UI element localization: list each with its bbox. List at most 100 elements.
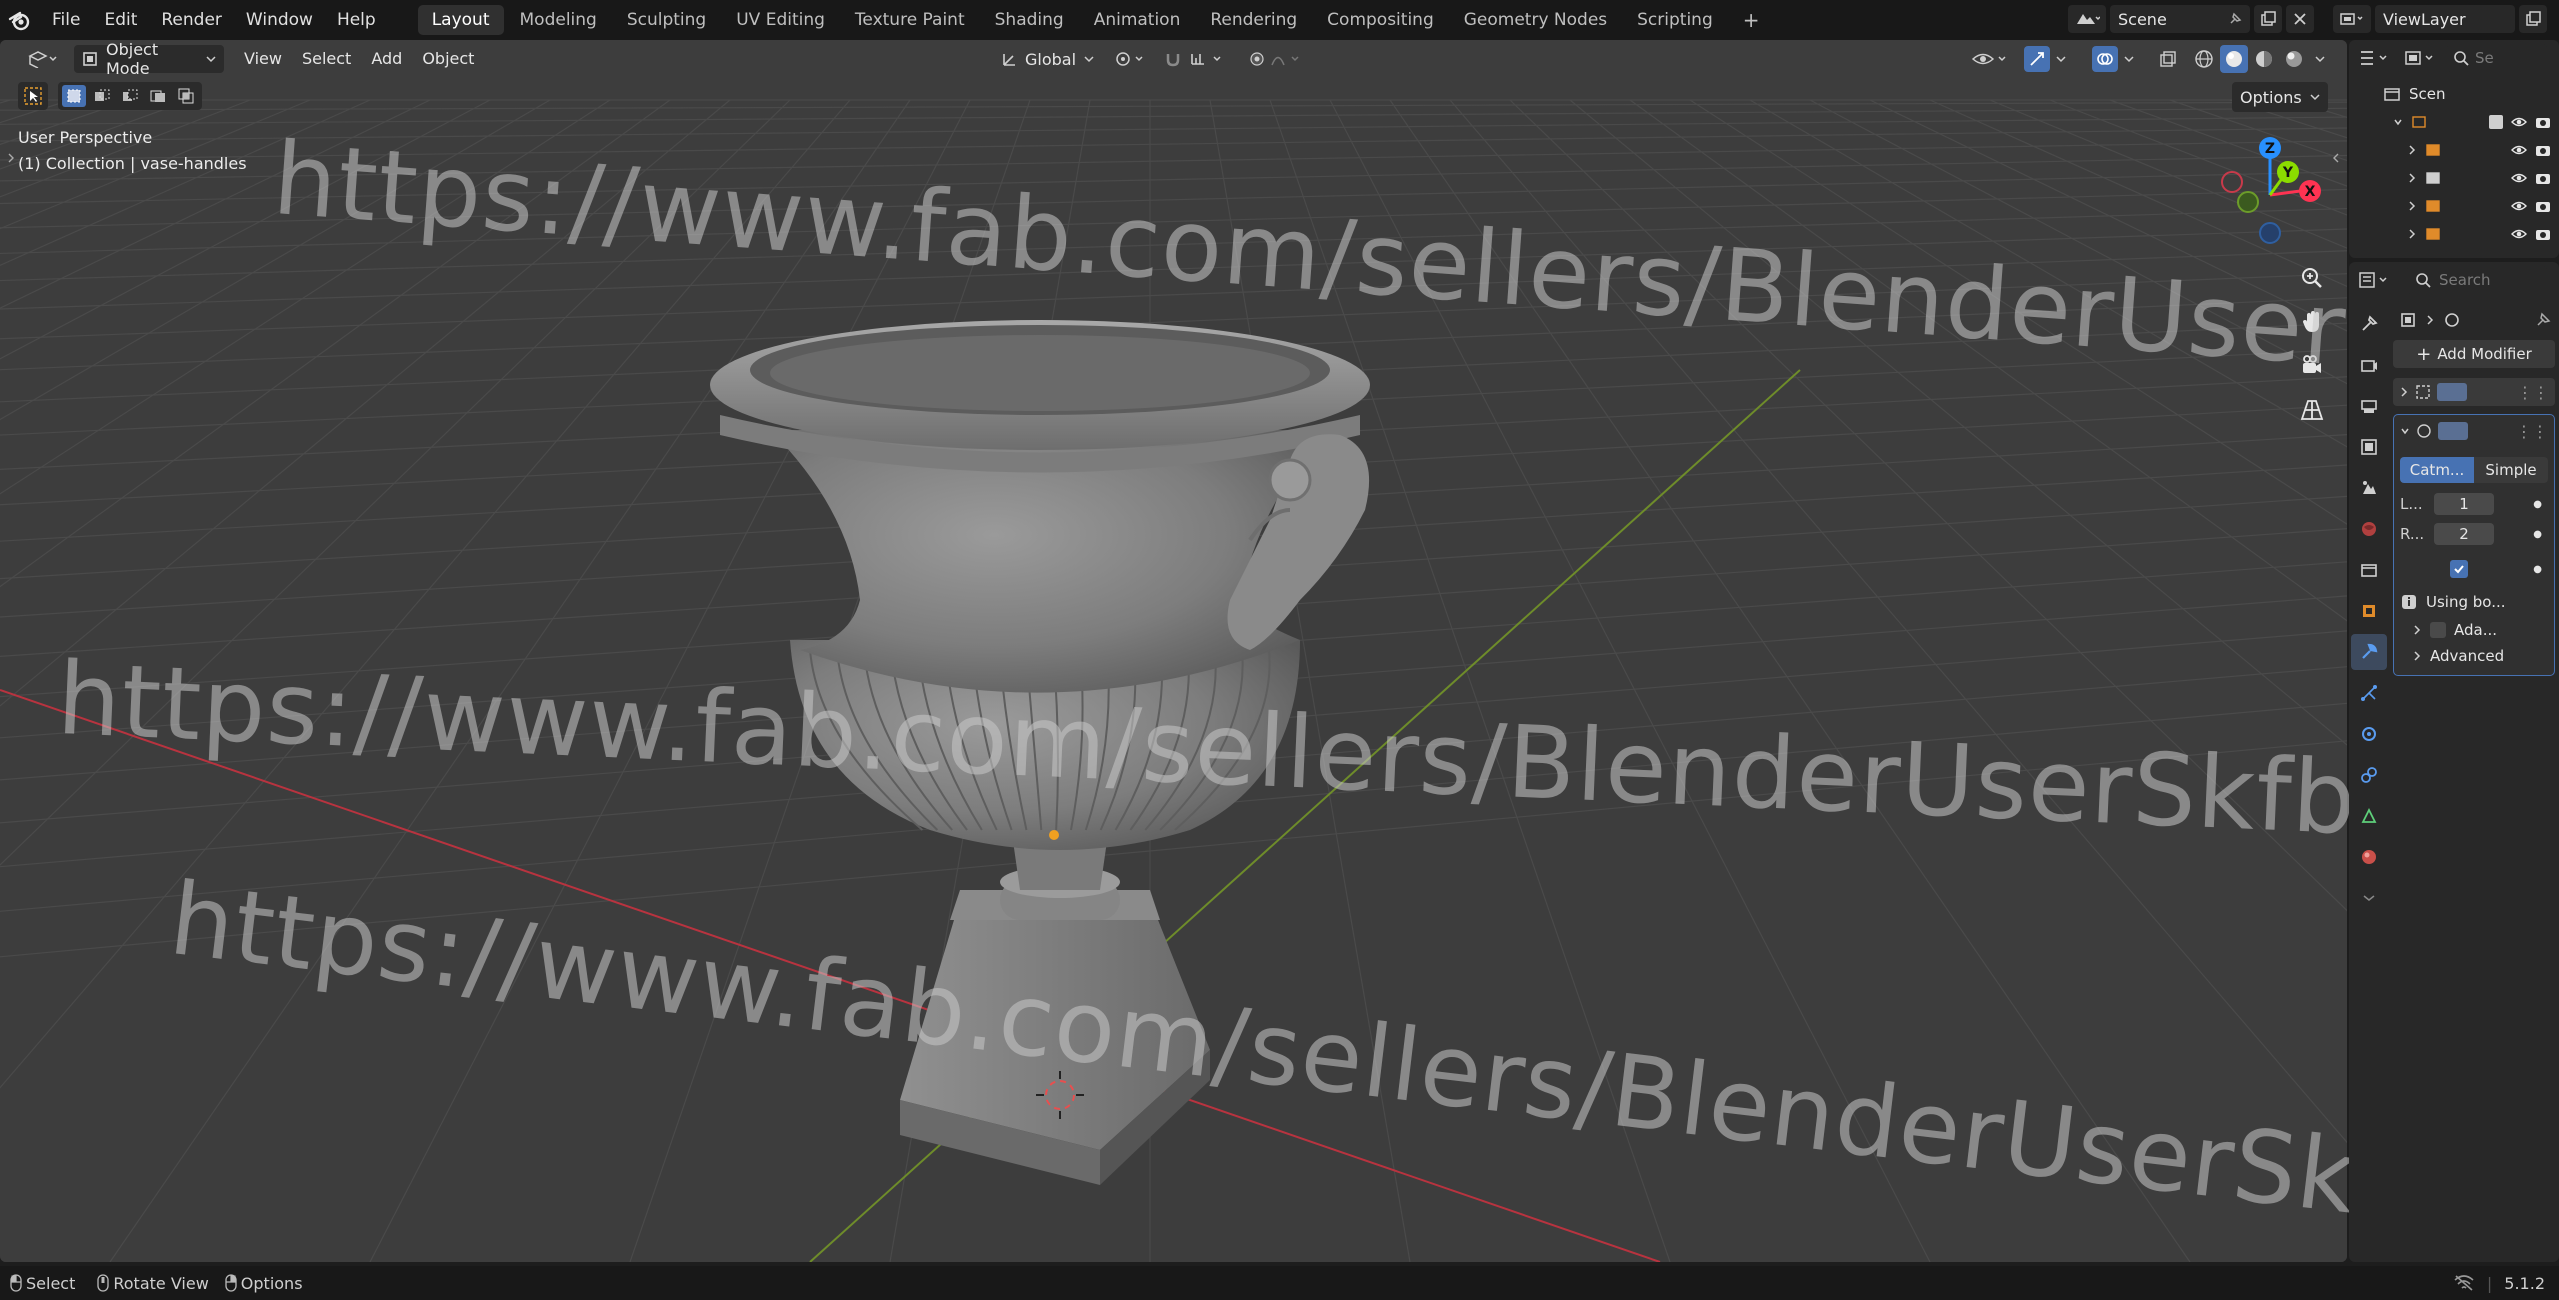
view-layer-field[interactable]: ViewLayer [2375, 5, 2515, 33]
tab-uv-editing[interactable]: UV Editing [722, 5, 839, 35]
new-view-layer-icon[interactable] [2519, 5, 2547, 33]
render-tab-icon[interactable] [2351, 347, 2387, 383]
pivot-point-icon[interactable] [1110, 45, 1150, 73]
simple-option[interactable]: Simple [2474, 457, 2548, 483]
scene-tab-icon[interactable] [2351, 470, 2387, 506]
modifier-header-collapsed[interactable]: ⋮⋮ [2393, 378, 2555, 406]
expand-chevron-icon[interactable] [2407, 144, 2417, 156]
menu-object[interactable]: Object [412, 45, 484, 73]
wireframe-shading-icon[interactable] [2190, 45, 2218, 73]
view-layer-tab-icon[interactable] [2351, 429, 2387, 465]
material-shading-icon[interactable] [2250, 45, 2278, 73]
editor-type-button[interactable] [18, 45, 66, 73]
outliner-row[interactable] [2349, 108, 2559, 136]
levels-viewport-field[interactable]: 1 [2434, 493, 2494, 515]
eye-icon[interactable] [2511, 115, 2527, 129]
tab-scripting[interactable]: Scripting [1623, 5, 1727, 35]
pin-icon[interactable] [2535, 312, 2551, 328]
blender-logo-icon[interactable] [0, 0, 40, 40]
select-invert-icon[interactable] [146, 85, 170, 107]
adaptive-checkbox[interactable] [2430, 622, 2446, 638]
properties-editor-type-icon[interactable] [2355, 266, 2395, 294]
outliner-row[interactable] [2349, 136, 2559, 164]
tab-animation[interactable]: Animation [1080, 5, 1195, 35]
menu-window[interactable]: Window [234, 0, 325, 40]
adaptive-subpanel[interactable]: Ada... [2400, 621, 2548, 639]
eye-icon[interactable] [2511, 143, 2527, 157]
tabs-more-chevron-icon[interactable] [2351, 880, 2387, 916]
tab-geometry-nodes[interactable]: Geometry Nodes [1450, 5, 1621, 35]
tool-tab-icon[interactable] [2351, 306, 2387, 342]
tab-rendering[interactable]: Rendering [1196, 5, 1311, 35]
advanced-subpanel[interactable]: Advanced [2400, 647, 2548, 665]
modifier-name-field[interactable] [2438, 422, 2468, 440]
object-context-icon[interactable] [2399, 311, 2417, 329]
outliner-row[interactable] [2349, 220, 2559, 248]
pin-icon[interactable] [2228, 12, 2242, 26]
optimal-display-checkbox[interactable] [2450, 560, 2468, 578]
menu-select[interactable]: Select [292, 45, 361, 73]
proportional-editing-icon[interactable] [1246, 45, 1316, 73]
rendered-shading-icon[interactable] [2280, 45, 2308, 73]
drag-handle-icon[interactable]: ⋮⋮ [2517, 383, 2549, 402]
world-tab-icon[interactable] [2351, 511, 2387, 547]
select-new-icon[interactable] [62, 85, 86, 107]
camera-icon[interactable] [2535, 199, 2551, 213]
data-tab-icon[interactable] [2351, 798, 2387, 834]
menu-help[interactable]: Help [325, 0, 388, 40]
eye-icon[interactable] [2511, 227, 2527, 241]
menu-view[interactable]: View [234, 45, 292, 73]
toolbar-expand-icon[interactable] [6, 150, 16, 166]
outliner-scene-row[interactable]: Scen [2349, 80, 2559, 108]
select-extend-icon[interactable] [90, 85, 114, 107]
tab-layout[interactable]: Layout [417, 5, 504, 35]
properties-search-field[interactable]: Search [2407, 266, 2547, 294]
menu-add[interactable]: Add [361, 45, 412, 73]
sidebar-expand-icon[interactable] [2330, 150, 2342, 166]
perspective-toggle-icon[interactable] [2294, 392, 2330, 428]
add-workspace-button[interactable]: + [1729, 5, 1774, 35]
add-modifier-button[interactable]: + Add Modifier [2393, 340, 2555, 368]
menu-file[interactable]: File [40, 0, 92, 40]
gizmo-toggle-icon[interactable] [2020, 45, 2074, 73]
select-subtract-icon[interactable] [118, 85, 142, 107]
camera-icon[interactable] [2535, 171, 2551, 185]
expand-chevron-icon[interactable] [2407, 172, 2417, 184]
render-levels-field[interactable]: 2 [2434, 523, 2494, 545]
modifier-context-icon[interactable] [2443, 311, 2461, 329]
snap-icon[interactable] [1162, 45, 1232, 73]
view-layer-icon[interactable] [2333, 5, 2371, 33]
include-checkbox[interactable] [2489, 115, 2503, 129]
material-tab-icon[interactable] [2351, 839, 2387, 875]
expand-chevron-icon[interactable] [2407, 228, 2417, 240]
outliner-row[interactable] [2349, 192, 2559, 220]
collection-tab-icon[interactable] [2351, 552, 2387, 588]
camera-icon[interactable] [2535, 227, 2551, 241]
particles-tab-icon[interactable] [2351, 675, 2387, 711]
modifier-tab-icon[interactable] [2351, 634, 2387, 670]
select-box-tool-icon[interactable] [18, 82, 48, 110]
overlays-toggle-icon[interactable] [2088, 45, 2142, 73]
tab-shading[interactable]: Shading [981, 5, 1078, 35]
constraints-tab-icon[interactable] [2351, 757, 2387, 793]
subdivision-modifier-header[interactable]: ⋮⋮ [2400, 419, 2548, 443]
tab-compositing[interactable]: Compositing [1313, 5, 1448, 35]
transform-orientation-dropdown[interactable]: Global [993, 45, 1102, 73]
tab-sculpting[interactable]: Sculpting [613, 5, 720, 35]
delete-scene-icon[interactable] [2286, 5, 2314, 33]
outliner-search-field[interactable]: Se [2447, 44, 2547, 72]
options-dropdown[interactable]: Options [2232, 82, 2328, 112]
display-mode-icon[interactable] [2401, 44, 2441, 72]
output-tab-icon[interactable] [2351, 388, 2387, 424]
catmull-clark-option[interactable]: Catm... [2400, 457, 2474, 483]
eye-icon[interactable] [2511, 171, 2527, 185]
keyframe-dot-icon[interactable]: ● [2533, 499, 2542, 510]
xray-toggle-icon[interactable] [2154, 45, 2182, 73]
new-scene-icon[interactable] [2254, 5, 2282, 33]
outliner-editor-type-icon[interactable] [2355, 44, 2395, 72]
camera-icon[interactable] [2535, 115, 2551, 129]
modifier-name-field[interactable] [2437, 383, 2467, 401]
expand-chevron-icon[interactable] [2407, 200, 2417, 212]
camera-icon[interactable] [2535, 143, 2551, 157]
tab-texture-paint[interactable]: Texture Paint [841, 5, 979, 35]
